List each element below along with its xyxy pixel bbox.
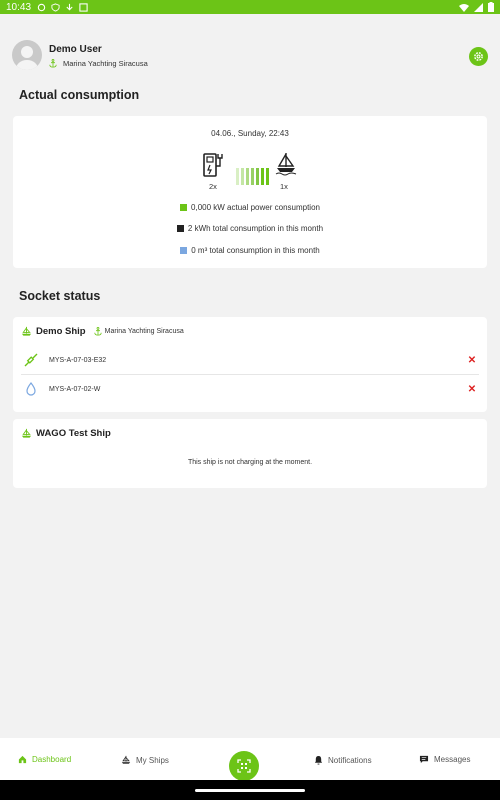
ship-icon xyxy=(121,755,131,764)
socket-id: MYS-A-07-02-W xyxy=(49,385,101,393)
water-drop-icon xyxy=(26,382,36,396)
ship-icon xyxy=(21,428,32,438)
ship-icon xyxy=(21,326,32,336)
legend-energy: 2 kWh total consumption in this month xyxy=(13,224,487,233)
socket-row[interactable]: MYS-A-07-03-E32 ✕ xyxy=(21,346,479,374)
status-bar: 10:43 xyxy=(0,0,500,14)
user-name: Demo User xyxy=(49,44,102,55)
legend-energy-text: 2 kWh total consumption in this month xyxy=(187,224,324,233)
ship-card-demo-ship[interactable]: Demo Ship Marina Yachting Siracusa MYS-A… xyxy=(13,317,487,412)
message-icon xyxy=(419,755,429,764)
ship-count: 1x xyxy=(280,182,288,191)
legend-water-text: 0 m³ total consumption in this month xyxy=(191,246,320,255)
nav-messages[interactable]: Messages xyxy=(419,755,470,764)
system-navigation-bar xyxy=(0,780,500,800)
user-avatar-icon xyxy=(16,46,38,70)
bell-icon xyxy=(314,755,323,765)
socket-id: MYS-A-07-03-E32 xyxy=(49,356,107,364)
user-marina: Marina Yachting Siracusa xyxy=(49,59,148,68)
ship-card-wago-test-ship[interactable]: WAGO Test Ship This ship is not charging… xyxy=(13,419,487,488)
ship-name: WAGO Test Ship xyxy=(36,428,111,439)
nav-notifications[interactable]: Notifications xyxy=(314,755,372,765)
signal-icon xyxy=(474,2,483,12)
legend-power: 0,000 kW actual power consumption xyxy=(13,203,487,212)
charging-level-indicator xyxy=(236,168,269,185)
marina-name: Marina Yachting Siracusa xyxy=(63,59,148,68)
socket-status-title: Socket status xyxy=(19,289,101,303)
legend-water: 0 m³ total consumption in this month xyxy=(13,246,487,255)
nav-dashboard-label: Dashboard xyxy=(32,755,72,764)
socket-row[interactable]: MYS-A-07-02-W ✕ xyxy=(21,375,479,403)
ship-marina-name: Marina Yachting Siracusa xyxy=(104,328,184,335)
legend-swatch-blue xyxy=(180,247,188,254)
ship-header: WAGO Test Ship xyxy=(21,428,111,439)
settings-button[interactable] xyxy=(469,47,488,66)
nav-dashboard[interactable]: Dashboard xyxy=(18,755,71,764)
qr-scan-icon xyxy=(237,759,251,773)
consumption-title: Actual consumption xyxy=(19,88,140,102)
home-icon xyxy=(18,755,27,764)
ship-header: Demo Ship Marina Yachting Siracusa xyxy=(21,326,184,337)
bottom-navigation: Dashboard My Ships Notifications Message… xyxy=(0,738,500,781)
power-plug-icon xyxy=(24,353,38,367)
battery-icon xyxy=(488,2,494,12)
nav-notifications-label: Notifications xyxy=(328,755,372,765)
status-time: 10:43 xyxy=(6,1,32,13)
charger-count: 2x xyxy=(209,182,217,191)
user-profile-header: Demo User Marina Yachting Siracusa xyxy=(12,38,488,74)
not-charging-message: This ship is not charging at the moment. xyxy=(187,459,313,466)
download-icon xyxy=(66,3,73,11)
wifi-icon xyxy=(459,3,469,12)
ship-name: Demo Ship xyxy=(36,326,86,337)
nav-messages-label: Messages xyxy=(434,755,471,764)
anchor-icon xyxy=(49,59,57,68)
ship-marina: Marina Yachting Siracusa xyxy=(94,327,184,336)
nav-my-ships-label: My Ships xyxy=(136,755,169,765)
consumption-card: 04.06., Sunday, 22:43 2x 1x 0,000 kW act… xyxy=(13,116,487,268)
sync-icon xyxy=(37,3,46,11)
nav-my-ships[interactable]: My Ships xyxy=(121,755,169,765)
shield-icon xyxy=(51,2,60,12)
legend-swatch-green xyxy=(180,204,188,211)
consumption-datetime: 04.06., Sunday, 22:43 xyxy=(211,129,289,138)
home-gesture-handle[interactable] xyxy=(195,788,305,792)
anchor-icon xyxy=(94,327,102,336)
legend-swatch-black xyxy=(176,225,184,232)
gear-icon xyxy=(474,52,483,61)
avatar[interactable] xyxy=(12,40,42,70)
remove-socket-button[interactable]: ✕ xyxy=(465,355,479,366)
charging-station-icon xyxy=(203,153,223,177)
sailboat-icon xyxy=(275,153,297,176)
remove-socket-button[interactable]: ✕ xyxy=(465,384,479,395)
legend-power-text: 0,000 kW actual power consumption xyxy=(191,203,320,212)
scan-qr-button[interactable] xyxy=(229,751,259,781)
app-notification-icon xyxy=(79,2,88,12)
